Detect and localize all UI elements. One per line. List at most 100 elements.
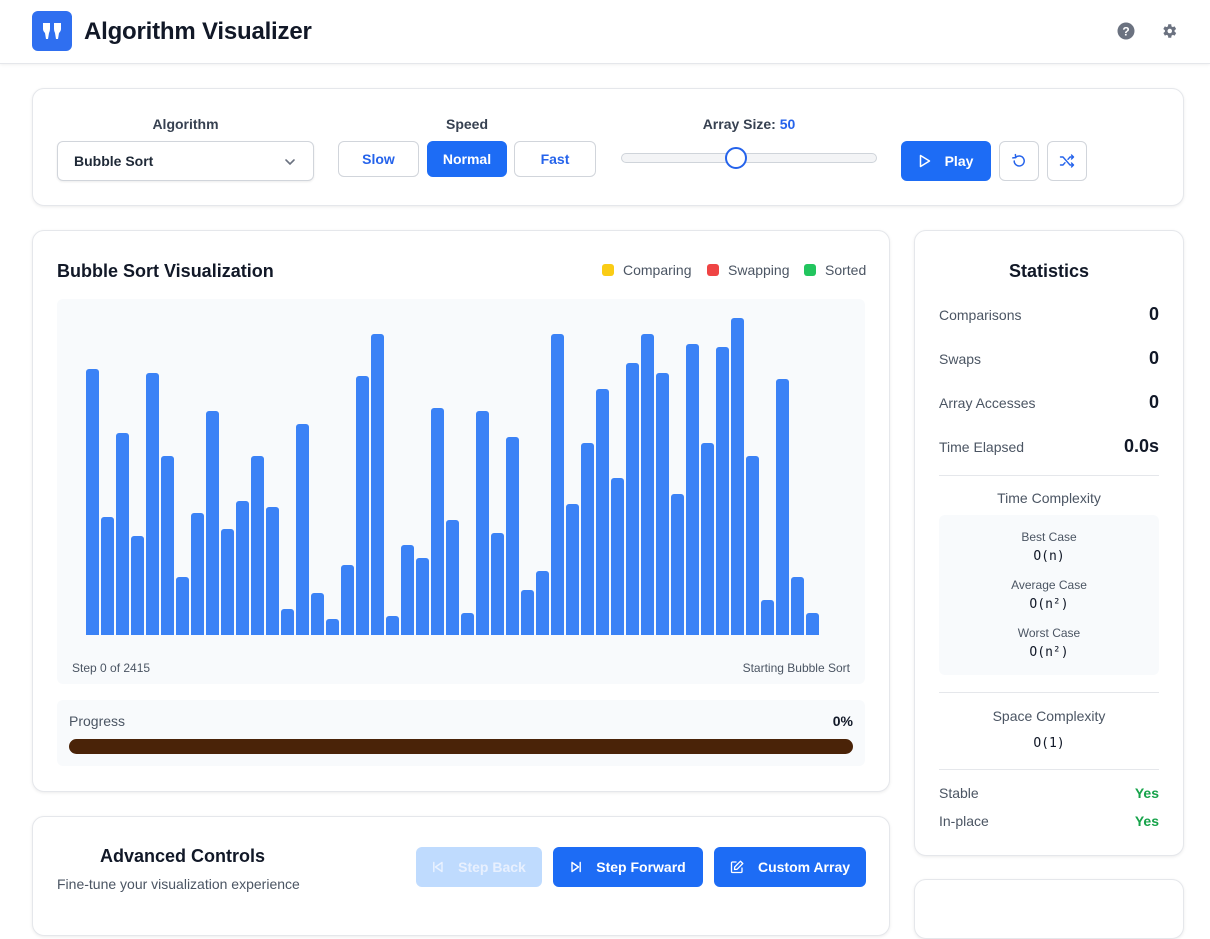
- app-header: Algorithm Visualizer ?: [0, 0, 1210, 64]
- array-bar: [746, 456, 759, 635]
- time-complexity-title: Time Complexity: [997, 490, 1101, 506]
- speed-normal-button[interactable]: Normal: [427, 141, 507, 177]
- space-complexity-title: Space Complexity: [992, 708, 1106, 724]
- custom-array-label: Custom Array: [757, 859, 851, 875]
- array-bar: [491, 533, 504, 635]
- array-size-slider-thumb[interactable]: [725, 147, 747, 169]
- stable-label: Stable: [939, 785, 979, 801]
- step-back-button[interactable]: Step Back: [416, 847, 542, 887]
- status-message: Starting Bubble Sort: [742, 661, 850, 675]
- logo-icon: [43, 23, 61, 39]
- array-bar: [191, 513, 204, 635]
- speed-label: Speed: [445, 116, 488, 132]
- shuffle-button[interactable]: [1047, 141, 1087, 181]
- legend-comparing: Comparing: [602, 262, 691, 278]
- array-bar: [251, 456, 264, 635]
- array-bar: [656, 373, 669, 635]
- play-button[interactable]: Play: [901, 141, 991, 181]
- array-bar: [581, 443, 594, 635]
- array-bar: [146, 373, 159, 635]
- array-bar: [791, 577, 804, 635]
- space-complexity-value: O(1): [1033, 736, 1065, 751]
- stat-array-accesses-value: 0: [1148, 392, 1159, 412]
- stat-time-elapsed: Time Elapsed 0.0s: [939, 436, 1159, 457]
- visualization-title: Bubble Sort Visualization: [57, 261, 274, 281]
- array-size-label-text: Array Size:: [702, 116, 776, 132]
- stat-time-elapsed-value: 0.0s: [1123, 436, 1159, 456]
- reset-button[interactable]: [999, 141, 1039, 181]
- bar-chart-area: Step 0 of 2415 Starting Bubble Sort: [57, 299, 865, 684]
- stat-comparisons-value: 0: [1148, 304, 1159, 324]
- array-bar: [101, 517, 114, 635]
- array-bar: [611, 478, 624, 635]
- advanced-controls-title: Advanced Controls: [100, 846, 266, 866]
- progress-percent: 0%: [832, 713, 853, 729]
- help-icon[interactable]: ?: [1115, 20, 1137, 42]
- array-bar: [731, 318, 744, 635]
- array-bar: [521, 590, 534, 635]
- array-bar: [626, 363, 639, 635]
- array-size-value: 50: [779, 116, 796, 132]
- app-title: Algorithm Visualizer: [84, 18, 312, 45]
- divider: [939, 769, 1159, 770]
- array-bar: [386, 616, 399, 635]
- speed-fast-button[interactable]: Fast: [514, 141, 596, 177]
- play-button-label: Play: [944, 153, 974, 169]
- play-icon: [919, 154, 930, 168]
- worst-case-value: O(n²): [1029, 645, 1069, 660]
- array-bar: [596, 389, 609, 635]
- array-bar: [446, 520, 459, 635]
- progress-bar: [69, 739, 853, 754]
- best-case-value: O(n): [1033, 549, 1065, 564]
- array-size-slider[interactable]: [621, 153, 877, 163]
- array-bar: [86, 369, 99, 635]
- step-forward-button[interactable]: Step Forward: [553, 847, 703, 887]
- speed-slow-button[interactable]: Slow: [338, 141, 419, 177]
- stat-swaps-value: 0: [1148, 348, 1159, 368]
- array-bar: [566, 504, 579, 635]
- stat-swaps-label: Swaps: [939, 350, 982, 367]
- step-back-label: Step Back: [458, 859, 526, 875]
- legend-swapping: Swapping: [707, 262, 790, 278]
- array-bar: [641, 334, 654, 635]
- algorithm-label: Algorithm: [152, 116, 219, 132]
- array-bar: [281, 609, 294, 635]
- array-bar: [311, 593, 324, 635]
- custom-array-button[interactable]: Custom Array: [714, 847, 866, 887]
- array-bar: [686, 344, 699, 635]
- worst-case-label: Worst Case: [1017, 626, 1081, 640]
- chevron-down-icon: [285, 159, 295, 166]
- legend-swapping-label: Swapping: [728, 262, 790, 278]
- array-bar: [701, 443, 714, 635]
- extra-panel: [914, 879, 1184, 939]
- array-bar: [326, 619, 339, 635]
- legend-sorted: Sorted: [804, 262, 866, 278]
- skip-forward-icon: [571, 861, 582, 873]
- array-bar: [761, 600, 774, 635]
- array-bar: [401, 545, 414, 635]
- array-size-label: Array Size: 50: [621, 116, 877, 132]
- array-bar: [131, 536, 144, 635]
- average-case-label: Average Case: [1011, 578, 1087, 592]
- logo: [32, 11, 72, 51]
- inplace-label: In-place: [939, 813, 989, 829]
- stat-array-accesses-label: Array Accesses: [939, 394, 1036, 411]
- shuffle-icon: [1059, 154, 1075, 168]
- array-bar: [341, 565, 354, 635]
- skip-back-icon: [433, 861, 443, 873]
- array-bar: [161, 456, 174, 635]
- advanced-controls-panel: Advanced Controls Fine-tune your visuali…: [32, 816, 890, 936]
- algorithm-select[interactable]: Bubble Sort: [57, 141, 314, 181]
- time-complexity-box: Best Case O(n) Average Case O(n²) Worst …: [939, 515, 1159, 675]
- stat-comparisons: Comparisons 0: [939, 304, 1159, 325]
- array-bar: [116, 433, 129, 635]
- visualization-panel: Bubble Sort Visualization Comparing Swap…: [32, 230, 890, 792]
- rotate-ccw-icon: [1012, 153, 1025, 167]
- array-bar: [806, 613, 819, 635]
- array-bar: [356, 376, 369, 635]
- legend-comparing-swatch: [602, 264, 614, 276]
- settings-gear-icon[interactable]: [1158, 20, 1180, 42]
- average-case-value: O(n²): [1029, 597, 1069, 612]
- statistics-panel: Statistics Comparisons 0 Swaps 0 Array A…: [914, 230, 1184, 856]
- array-bar: [266, 507, 279, 635]
